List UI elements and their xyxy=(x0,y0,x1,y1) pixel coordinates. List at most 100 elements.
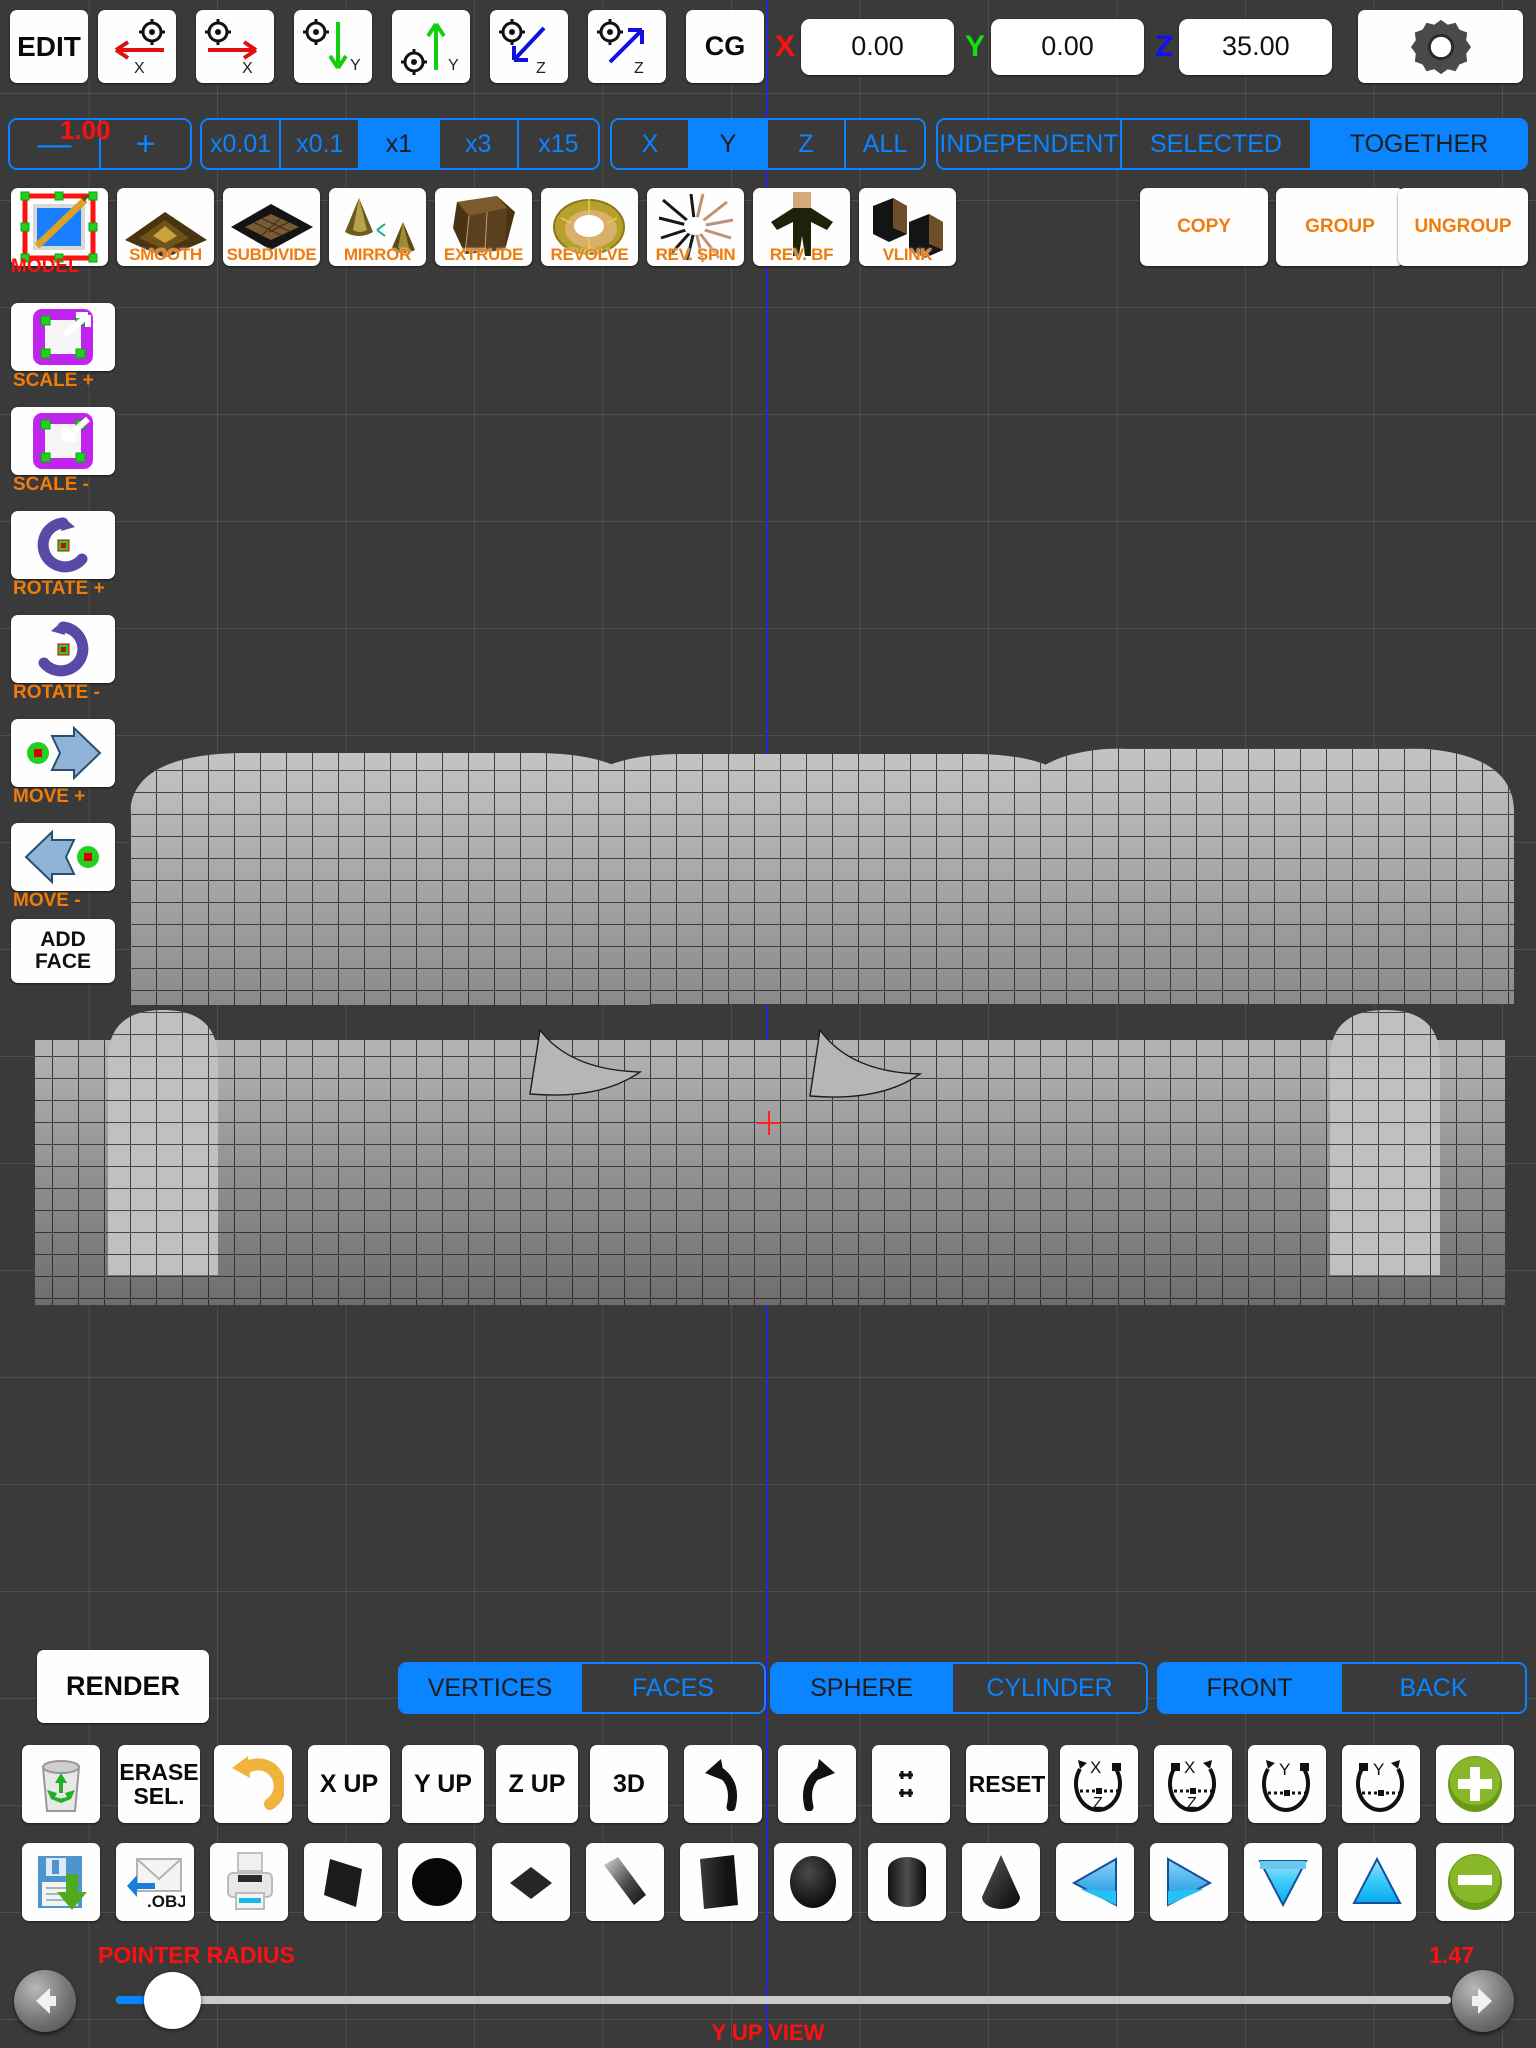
add-cylinder-button[interactable] xyxy=(868,1843,946,1921)
arrow-right-blue-button[interactable] xyxy=(1150,1843,1228,1921)
multiplier-option-x3[interactable]: x3 xyxy=(439,120,519,168)
primitive-mode-cylinder[interactable]: CYLINDER xyxy=(953,1664,1146,1712)
rotate-y-ccw-button[interactable]: Y xyxy=(1248,1745,1326,1823)
facing-mode-segmented-control: FRONT BACK xyxy=(1157,1662,1527,1714)
add-disc-button[interactable] xyxy=(398,1843,476,1921)
rotate-y-cw-button[interactable]: Y xyxy=(1342,1745,1420,1823)
add-bar-button[interactable] xyxy=(586,1843,664,1921)
undo-orange-button[interactable] xyxy=(214,1745,292,1823)
add-diamond-button[interactable] xyxy=(492,1843,570,1921)
move-minus-button[interactable] xyxy=(11,823,115,891)
rotate-xz-cw-button[interactable]: X Z xyxy=(1154,1745,1232,1823)
print-button[interactable] xyxy=(210,1843,288,1921)
rev-spin-tool-button[interactable]: REV. SPIN xyxy=(647,188,744,266)
z-label: Z xyxy=(1155,29,1174,63)
axis-option-all[interactable]: ALL xyxy=(846,120,924,168)
trash-button[interactable] xyxy=(22,1745,100,1823)
axis-option-y[interactable]: Y xyxy=(690,120,768,168)
y-input[interactable]: 0.00 xyxy=(991,18,1145,75)
save-button[interactable] xyxy=(22,1843,100,1921)
mirror-tool-button[interactable]: MIRROR xyxy=(329,188,426,266)
move-minus-y-button[interactable]: Y xyxy=(294,10,372,83)
ungroup-button-label: UNGROUP xyxy=(1414,216,1512,237)
add-cone-button[interactable] xyxy=(962,1843,1040,1921)
y-up-button[interactable]: Y UP xyxy=(402,1745,484,1823)
multiplier-option-x001[interactable]: x0.01 xyxy=(202,120,282,168)
primitive-mode-sphere[interactable]: SPHERE xyxy=(772,1664,954,1712)
x-up-button[interactable]: X UP xyxy=(308,1745,390,1823)
mode-option-selected[interactable]: SELECTED xyxy=(1122,120,1312,168)
mode-option-together[interactable]: TOGETHER xyxy=(1312,120,1526,168)
subdivide-tool-button[interactable]: SUBDIVIDE xyxy=(223,188,320,266)
render-button[interactable]: RENDER xyxy=(37,1650,209,1723)
view-3d-label: 3D xyxy=(613,1769,645,1798)
group-button[interactable]: GROUP xyxy=(1276,188,1404,266)
transform-mode-segmented-control: INDEPENDENT SELECTED TOGETHER xyxy=(936,118,1528,170)
add-face-button[interactable]: ADD FACE xyxy=(11,919,115,983)
move-plus-x-button[interactable]: X xyxy=(196,10,274,83)
redo-button[interactable] xyxy=(778,1745,856,1823)
rotate-plus-button[interactable] xyxy=(11,511,115,579)
move-minus-x-button[interactable]: X xyxy=(98,10,176,83)
smooth-tool-button[interactable]: SMOOTH xyxy=(117,188,214,266)
step-increment-button[interactable]: + xyxy=(101,120,190,168)
add-plane-button[interactable] xyxy=(304,1843,382,1921)
axis-option-x[interactable]: X xyxy=(612,120,690,168)
svg-text:Z: Z xyxy=(1187,1795,1197,1812)
rotate-xz-ccw-button[interactable]: X Z xyxy=(1060,1745,1138,1823)
copy-button[interactable]: COPY xyxy=(1140,188,1268,266)
facing-mode-front[interactable]: FRONT xyxy=(1159,1664,1342,1712)
move-plus-y-button[interactable]: Y xyxy=(392,10,470,83)
multiplier-option-x01[interactable]: x0.1 xyxy=(281,120,361,168)
arrow-down-y-icon: Y xyxy=(303,18,361,74)
multiplier-option-x15[interactable]: x15 xyxy=(518,120,598,168)
revolve-tool-button[interactable]: REVOLVE xyxy=(541,188,638,266)
viewport-3d[interactable] xyxy=(0,0,1536,2048)
arrow-right-icon xyxy=(1472,1988,1492,2014)
vlink-tool-button[interactable]: VLINK xyxy=(859,188,956,266)
printer-icon xyxy=(227,1852,273,1910)
scale-minus-button[interactable] xyxy=(11,407,115,475)
add-sphere-button[interactable] xyxy=(774,1843,852,1921)
edit-button[interactable]: EDIT xyxy=(10,10,88,83)
scale-plus-button[interactable] xyxy=(11,303,115,371)
import-obj-button[interactable]: .OBJ xyxy=(116,1843,194,1921)
rotate-minus-button[interactable] xyxy=(11,615,115,683)
arrow-down-blue-button[interactable] xyxy=(1244,1843,1322,1921)
view-3d-button[interactable]: 3D xyxy=(590,1745,668,1823)
multiplier-option-x1[interactable]: x1 xyxy=(360,120,440,168)
arrow-up-blue-button[interactable] xyxy=(1338,1843,1416,1921)
zoom-out-button[interactable] xyxy=(1436,1843,1514,1921)
axis-option-z[interactable]: Z xyxy=(768,120,846,168)
z-up-button[interactable]: Z UP xyxy=(496,1745,578,1823)
z-input[interactable]: 35.00 xyxy=(1179,18,1333,75)
reset-button[interactable]: RESET xyxy=(966,1745,1048,1823)
x-label: X xyxy=(775,29,796,63)
move-minus-z-button[interactable]: Z xyxy=(490,10,568,83)
selection-mode-faces[interactable]: FACES xyxy=(582,1664,764,1712)
move-plus-button[interactable] xyxy=(11,719,115,787)
cg-button[interactable]: CG xyxy=(686,10,764,83)
vlink-tool-label: VLINK xyxy=(882,245,933,264)
reset-label: RESET xyxy=(968,1770,1046,1797)
arrow-left-blue-button[interactable] xyxy=(1056,1843,1134,1921)
add-cube-button[interactable] xyxy=(680,1843,758,1921)
model-tool-button[interactable] xyxy=(11,188,108,266)
selection-mode-vertices[interactable]: VERTICES xyxy=(400,1664,582,1712)
mode-option-independent[interactable]: INDEPENDENT xyxy=(938,120,1122,168)
view-label: Y UP VIEW xyxy=(711,2020,825,2045)
extrude-tool-button[interactable]: EXTRUDE xyxy=(435,188,532,266)
settings-button[interactable] xyxy=(1358,10,1523,83)
x-input[interactable]: 0.00 xyxy=(801,18,955,75)
zoom-in-button[interactable] xyxy=(1436,1745,1514,1823)
rev-bf-tool-button[interactable]: REV. BF xyxy=(753,188,850,266)
expand-button[interactable] xyxy=(872,1745,950,1823)
move-plus-z-button[interactable]: Z xyxy=(588,10,666,83)
erase-selected-button[interactable]: ERASE SEL. xyxy=(118,1745,200,1823)
slider-track[interactable] xyxy=(116,1996,1451,2004)
sphere-shape-icon xyxy=(790,1856,836,1908)
undo-button[interactable] xyxy=(684,1745,762,1823)
ungroup-button[interactable]: UNGROUP xyxy=(1398,188,1528,266)
move-plus-label: MOVE + xyxy=(13,786,86,807)
facing-mode-back[interactable]: BACK xyxy=(1342,1664,1525,1712)
